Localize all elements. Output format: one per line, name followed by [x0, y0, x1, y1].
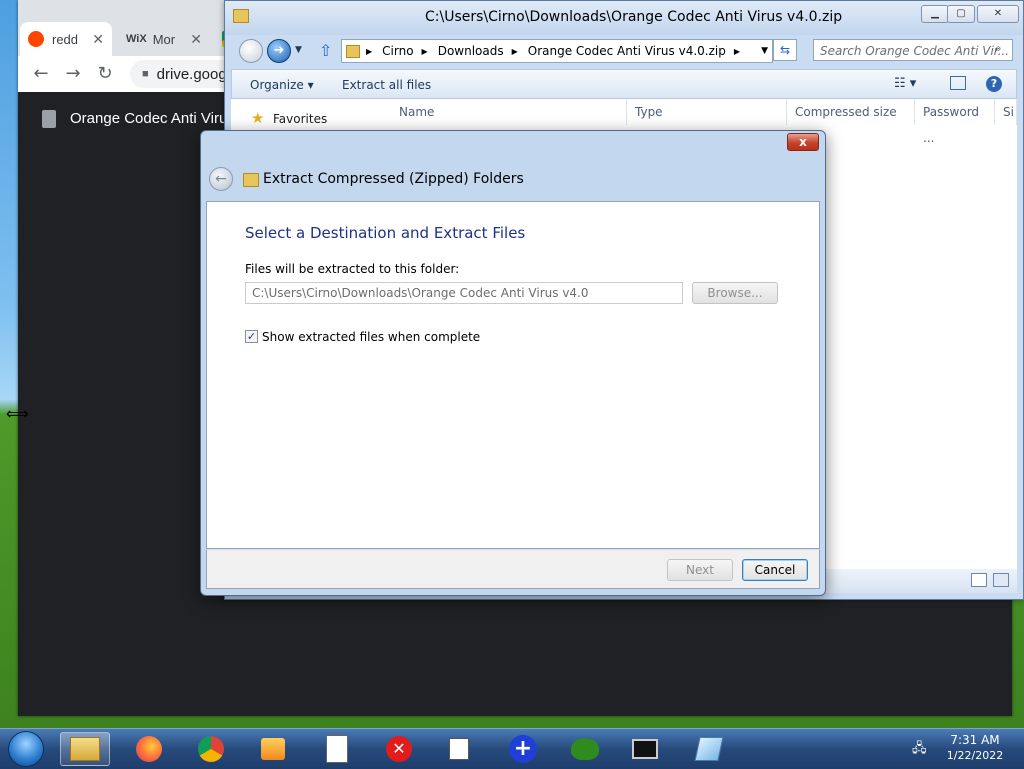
breadcrumb-downloads[interactable]: Downloads: [438, 44, 504, 58]
column-header-compressed-size[interactable]: Compressed size: [787, 99, 915, 125]
folder-icon: [233, 9, 249, 23]
preview-pane-icon[interactable]: [950, 76, 966, 90]
breadcrumb-cirno[interactable]: Cirno: [382, 44, 413, 58]
folder-icon[interactable]: [434, 732, 484, 766]
next-button[interactable]: Next: [667, 559, 733, 581]
chrome-icon[interactable]: [186, 732, 236, 766]
maximize-button[interactable]: ▢: [947, 5, 975, 23]
column-header-password[interactable]: Password ...: [915, 99, 995, 145]
chevron-down-icon[interactable]: ▼: [761, 46, 768, 56]
column-header-size[interactable]: Si: [995, 99, 1017, 125]
reddit-icon: [28, 31, 44, 47]
back-button[interactable]: [239, 39, 263, 63]
file-icon: [42, 110, 56, 128]
blue-plus-icon[interactable]: +: [498, 732, 548, 766]
monitor-icon[interactable]: [620, 732, 670, 766]
browse-button[interactable]: Browse...: [692, 282, 778, 304]
lock-icon: ■: [142, 68, 149, 80]
close-tab-icon[interactable]: ✕: [92, 31, 104, 48]
wix-icon: WiX: [126, 33, 147, 45]
explorer-command-bar: Organize ▾ Extract all files ☷ ▾ ?: [231, 69, 1017, 99]
extract-dialog: x ← Extract Compressed (Zipped) Folders …: [200, 130, 826, 596]
close-button[interactable]: ✕: [977, 5, 1019, 23]
column-header-name[interactable]: Name: [391, 99, 627, 125]
show-files-checkbox-label[interactable]: Show extracted files when complete: [262, 330, 480, 344]
help-icon[interactable]: ?: [986, 76, 1002, 92]
explorer-title: C:\Users\Cirno\Downloads\Orange Codec An…: [425, 9, 843, 25]
dialog-content: Select a Destination and Extract Files F…: [206, 201, 820, 549]
destination-label: Files will be extracted to this folder:: [245, 262, 460, 276]
url-text: drive.goog: [156, 65, 227, 83]
zip-folder-icon: [243, 173, 259, 187]
network-icon[interactable]: 🖧: [912, 739, 928, 756]
tree-icon[interactable]: [560, 732, 610, 766]
tiles-view-icon[interactable]: [993, 573, 1009, 587]
forward-arrow-icon[interactable]: →: [62, 64, 84, 84]
back-arrow-icon[interactable]: ←: [30, 64, 52, 84]
clock-date[interactable]: 1/22/2022: [940, 749, 1010, 762]
drive-file-title: Orange Codec Anti Virus: [70, 110, 235, 127]
dialog-heading: Select a Destination and Extract Files: [245, 224, 526, 242]
notepad-icon[interactable]: [312, 732, 362, 766]
media-player-icon[interactable]: [248, 732, 298, 766]
refresh-icon[interactable]: ⇆: [773, 39, 797, 61]
dialog-close-button[interactable]: x: [787, 133, 819, 151]
search-icon: ⌕: [995, 41, 1002, 55]
resize-cursor-icon: ⟺: [6, 404, 29, 423]
tab-reddit[interactable]: redd ✕: [20, 22, 112, 56]
column-header-type[interactable]: Type: [627, 99, 787, 125]
file-explorer-icon[interactable]: [60, 732, 110, 766]
recent-pages-icon[interactable]: ▼: [295, 45, 302, 55]
organize-menu[interactable]: Organize ▾: [250, 78, 314, 92]
star-icon: ★: [251, 109, 265, 127]
dialog-footer: Next Cancel: [206, 549, 820, 589]
view-options-icon[interactable]: ☷ ▾: [894, 76, 916, 91]
forward-button[interactable]: ➜: [267, 39, 291, 63]
explorer-search-input[interactable]: Search Orange Codec Anti Vir...: [813, 39, 1013, 61]
up-arrow-icon[interactable]: ⇧: [319, 41, 332, 60]
explorer-address-bar[interactable]: ▶ Cirno ▶ Downloads ▶ Orange Codec Anti …: [341, 39, 773, 63]
show-files-checkbox[interactable]: ✓: [245, 330, 258, 343]
red-x-icon[interactable]: ✕: [374, 732, 424, 766]
explorer-titlebar: C:\Users\Cirno\Downloads\Orange Codec An…: [225, 1, 1023, 35]
clock-time[interactable]: 7:31 AM: [940, 733, 1010, 747]
destination-path-input[interactable]: C:\Users\Cirno\Downloads\Orange Codec An…: [245, 282, 683, 304]
start-button[interactable]: [8, 731, 44, 767]
taskbar: ✕ + 🖧 7:31 AM 1/22/2022: [0, 728, 1024, 769]
cancel-button[interactable]: Cancel: [742, 559, 808, 581]
dialog-back-button[interactable]: ←: [209, 167, 233, 191]
minimize-button[interactable]: ▁: [921, 5, 949, 23]
close-tab-icon[interactable]: ✕: [190, 31, 202, 48]
breadcrumb-zip[interactable]: Orange Codec Anti Virus v4.0.zip: [528, 44, 726, 58]
details-view-icon[interactable]: [971, 573, 987, 587]
folder-icon: [346, 44, 360, 58]
dialog-title: Extract Compressed (Zipped) Folders: [263, 171, 524, 187]
tab-label: Mor: [152, 31, 176, 47]
tab-wix[interactable]: WiX Mor ✕: [118, 22, 210, 56]
tab-label: redd: [52, 31, 79, 47]
reload-icon[interactable]: ↻: [94, 64, 116, 84]
firefox-icon[interactable]: [124, 732, 174, 766]
extract-all-button[interactable]: Extract all files: [342, 78, 431, 92]
favorites-nav-item[interactable]: Favorites: [273, 112, 327, 126]
cube-icon[interactable]: [684, 732, 734, 766]
organize-label: Organize: [250, 78, 304, 92]
